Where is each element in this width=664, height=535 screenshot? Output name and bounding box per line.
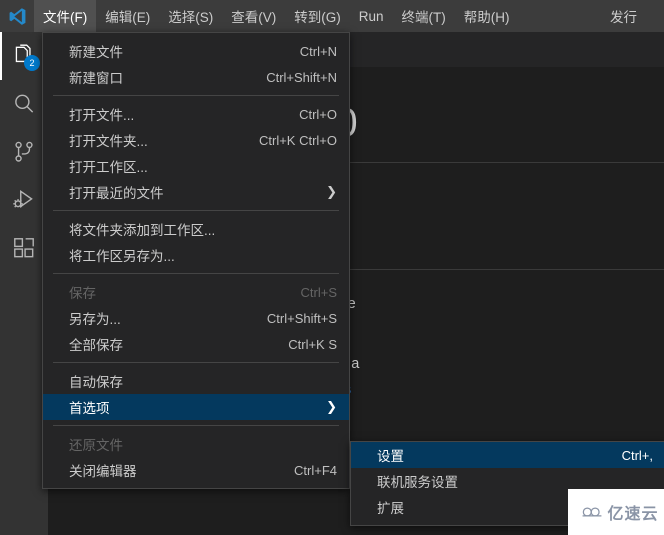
menu-item-label: 新建文件 xyxy=(69,45,123,60)
menu-item-label: 打开工作区... xyxy=(69,160,148,175)
title-bar: 文件(F) 编辑(E) 选择(S) 查看(V) 转到(G) Run 终端(T) 帮助(H) 发… xyxy=(0,0,664,32)
menu-item-shortcut: Ctrl+Shift+N xyxy=(266,69,337,85)
menu-item-label: 设置 xyxy=(377,449,404,464)
source-control-icon xyxy=(11,139,37,165)
menu-item-shortcut: Ctrl+F4 xyxy=(294,462,337,478)
menu-item-label: 将工作区另存为... xyxy=(69,249,175,264)
menu-item-label: 还原文件 xyxy=(69,438,123,453)
menu-item-label: 保存 xyxy=(69,286,96,301)
menubar-item-4[interactable]: 转到(G) xyxy=(285,0,350,32)
menubar-item-label: 帮助(H) xyxy=(463,10,510,25)
menu-item-shortcut: Ctrl+K Ctrl+O xyxy=(258,132,337,148)
file-menu-item-1[interactable]: 新建窗口 Ctrl+Shift+N xyxy=(43,64,349,90)
file-menu-item-19[interactable]: 关闭编辑器 Ctrl+F4 xyxy=(43,457,349,483)
activity-item-run-debug[interactable] xyxy=(0,176,48,224)
file-menu-dropdown: 新建文件 Ctrl+N 新建窗口 Ctrl+Shift+N 打开文件... Ctrl+O 打… xyxy=(42,32,350,489)
menu-item-label: 打开最近的文件 xyxy=(69,186,164,201)
menu-separator xyxy=(53,95,339,96)
file-menu-item-15[interactable]: 自动保存 xyxy=(43,368,349,394)
file-menu-item-3[interactable]: 打开文件... Ctrl+O xyxy=(43,101,349,127)
menubar-item-label: 编辑(E) xyxy=(105,10,151,25)
extensions-icon xyxy=(11,235,37,261)
file-menu-item-12[interactable]: 另存为... Ctrl+Shift+S xyxy=(43,305,349,331)
menubar-item-label: 查看(V) xyxy=(231,10,277,25)
menu-separator xyxy=(53,210,339,211)
menu-item-shortcut: Ctrl+O xyxy=(299,106,337,122)
menu-item-label: 将文件夹添加到工作区... xyxy=(69,223,216,238)
menu-separator xyxy=(53,273,339,274)
window-title: 发行 xyxy=(610,10,637,25)
activity-item-extensions[interactable] xyxy=(0,224,48,272)
menu-item-shortcut: Ctrl+S xyxy=(300,284,337,300)
menu-bar: 文件(F) 编辑(E) 选择(S) 查看(V) 转到(G) Run 终端(T) 帮助(H) xyxy=(34,0,519,32)
menu-separator xyxy=(53,425,339,426)
menu-item-label: 新建窗口 xyxy=(69,71,123,86)
activity-item-search[interactable] xyxy=(0,80,48,128)
menu-item-shortcut: Ctrl+N xyxy=(299,43,337,59)
menubar-item-3[interactable]: 查看(V) xyxy=(222,0,285,32)
menubar-item-5[interactable]: Run xyxy=(350,0,393,32)
menu-item-label: 打开文件夹... xyxy=(69,134,148,149)
menu-item-shortcut: Ctrl+K S xyxy=(288,336,337,352)
menubar-item-2[interactable]: 选择(S) xyxy=(159,0,222,32)
watermark-text: 亿速云 xyxy=(607,506,659,523)
menu-item-label: 全部保存 xyxy=(69,338,123,353)
menubar-item-label: 转到(G) xyxy=(294,10,341,25)
menu-item-label: 自动保存 xyxy=(69,375,123,390)
menu-item-shortcut: Ctrl+, xyxy=(621,447,653,463)
watermark: 亿速云 xyxy=(568,489,664,535)
menu-item-label: 关闭编辑器 xyxy=(69,464,137,479)
file-menu-item-9[interactable]: 将工作区另存为... xyxy=(43,242,349,268)
menubar-item-label: 文件(F) xyxy=(43,10,88,25)
activity-item-explorer[interactable]: 2 xyxy=(0,32,48,80)
run-debug-icon xyxy=(11,187,37,213)
file-menu-item-8[interactable]: 将文件夹添加到工作区... xyxy=(43,216,349,242)
explorer-badge: 2 xyxy=(24,55,40,71)
menubar-item-label: 选择(S) xyxy=(168,10,214,25)
file-menu-item-4[interactable]: 打开文件夹... Ctrl+K Ctrl+O xyxy=(43,127,349,153)
file-menu-item-16[interactable]: 首选项 ❯ xyxy=(43,394,349,420)
menu-item-label: 首选项 xyxy=(69,401,110,416)
menu-item-label: 打开文件... xyxy=(69,108,135,123)
chevron-right-icon: ❯ xyxy=(326,184,337,199)
file-menu-item-6[interactable]: 打开最近的文件 ❯ xyxy=(43,179,349,205)
chevron-right-icon: ❯ xyxy=(326,399,337,414)
search-icon xyxy=(11,91,37,117)
file-menu-item-18: 还原文件 xyxy=(43,431,349,457)
menu-item-label: 另存为... xyxy=(69,312,121,327)
prefs-menu-item-0[interactable]: 设置 Ctrl+, xyxy=(351,442,664,468)
file-menu-item-0[interactable]: 新建文件 Ctrl+N xyxy=(43,38,349,64)
file-menu-item-13[interactable]: 全部保存 Ctrl+K S xyxy=(43,331,349,357)
cloud-icon xyxy=(581,504,603,520)
activity-bar: 2 xyxy=(0,32,48,535)
menubar-item-label: Run xyxy=(358,8,384,24)
menubar-item-6[interactable]: 终端(T) xyxy=(393,0,455,32)
vscode-logo-icon xyxy=(0,0,34,32)
menu-item-label: 联机服务设置 xyxy=(377,475,458,490)
file-menu-item-11: 保存 Ctrl+S xyxy=(43,279,349,305)
file-menu-item-5[interactable]: 打开工作区... xyxy=(43,153,349,179)
menubar-item-1[interactable]: 编辑(E) xyxy=(96,0,159,32)
menu-separator xyxy=(53,362,339,363)
menubar-item-label: 终端(T) xyxy=(401,10,446,25)
activity-item-source-control[interactable] xyxy=(0,128,48,176)
menu-item-shortcut: Ctrl+Shift+S xyxy=(266,310,337,326)
menubar-item-7[interactable]: 帮助(H) xyxy=(455,0,519,32)
menubar-item-0[interactable]: 文件(F) xyxy=(34,0,97,32)
